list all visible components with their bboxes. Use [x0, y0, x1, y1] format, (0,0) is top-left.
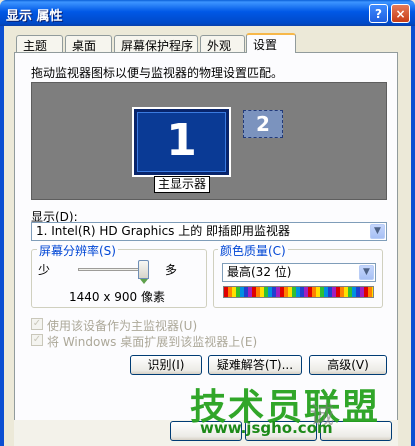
- drag-instruction: 拖动监视器图标以便与监视器的物理设置匹配。: [31, 66, 284, 80]
- close-button[interactable]: ×: [391, 4, 410, 23]
- primary-monitor-label: 主显示器: [154, 176, 211, 193]
- color-spectrum-bar: [223, 286, 374, 298]
- color-quality-select[interactable]: 最高(32 位) ▼: [222, 263, 376, 282]
- resolution-slider-track[interactable]: [78, 268, 146, 271]
- resolution-group-title: 屏幕分辨率(S): [37, 242, 118, 259]
- extend-desktop-checkbox-label: 将 Windows 桌面扩展到该监视器上(E): [47, 335, 258, 349]
- chevron-down-icon[interactable]: ▼: [359, 265, 374, 280]
- title-bar[interactable]: 显示 属性 ? ×: [0, 0, 415, 26]
- identify-button[interactable]: 识别(I): [130, 355, 202, 375]
- resolution-slider-thumb[interactable]: [138, 260, 149, 284]
- monitor-2-icon[interactable]: 2: [243, 110, 283, 138]
- monitor-1-icon[interactable]: 1: [132, 107, 231, 177]
- tab-appearance[interactable]: 外观: [200, 35, 245, 53]
- monitor-2-number: 2: [256, 112, 270, 136]
- color-quality-value: 最高(32 位): [227, 265, 292, 279]
- display-select[interactable]: 1. Intel(R) HD Graphics 上的 即插即用监视器 ▼: [31, 222, 387, 241]
- window-title: 显示 属性: [6, 9, 63, 24]
- help-icon: ?: [375, 7, 382, 21]
- troubleshoot-button[interactable]: 疑难解答(T)...: [208, 355, 302, 375]
- primary-monitor-checkbox-label: 使用该设备作为主监视器(U): [47, 319, 198, 333]
- tab-screensaver[interactable]: 屏幕保护程序: [114, 35, 198, 53]
- resolution-value: 1440 x 900 像素: [69, 290, 165, 304]
- monitor-1-number: 1: [166, 115, 197, 166]
- help-button[interactable]: ?: [369, 4, 388, 23]
- resolution-more-label: 多: [165, 263, 178, 277]
- display-select-value: 1. Intel(R) HD Graphics 上的 即插即用监视器: [36, 224, 291, 238]
- advanced-button[interactable]: 高级(V): [309, 355, 387, 375]
- close-icon: ×: [395, 7, 406, 21]
- tab-desktop[interactable]: 桌面: [65, 35, 112, 53]
- window-border-right: [411, 26, 415, 446]
- chevron-down-icon[interactable]: ▼: [370, 224, 385, 239]
- color-quality-group-title: 颜色质量(C): [218, 242, 288, 259]
- tab-theme[interactable]: 主题: [16, 35, 63, 53]
- resolution-less-label: 少: [38, 263, 51, 277]
- watermark-site: www.jsgho.com: [200, 419, 333, 437]
- primary-monitor-checkbox[interactable]: ✓: [31, 318, 43, 330]
- tab-settings[interactable]: 设置: [246, 33, 296, 53]
- extend-desktop-checkbox[interactable]: ✓: [31, 334, 43, 346]
- window-border-left: [0, 26, 4, 446]
